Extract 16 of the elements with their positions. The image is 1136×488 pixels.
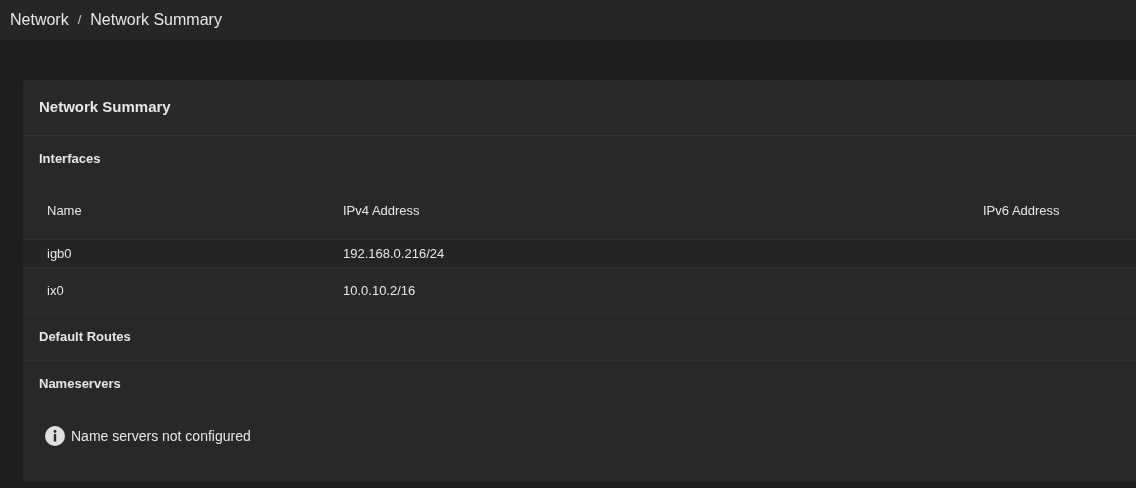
table-cell: 10.0.10.2/16 bbox=[343, 282, 416, 298]
table-cell: 192.168.0.216/24 bbox=[343, 245, 445, 261]
table-cell: igb0 bbox=[47, 245, 72, 261]
breadcrumb-item: Network Summary bbox=[90, 10, 222, 30]
column-header: IPv6 Address bbox=[983, 202, 1060, 218]
column-header: Name bbox=[47, 202, 82, 218]
empty-message: Name servers not configured bbox=[71, 426, 251, 446]
info-icon bbox=[45, 426, 65, 446]
section-heading: Default Routes bbox=[39, 328, 131, 347]
table-cell: ix0 bbox=[47, 282, 64, 298]
breadcrumb-item[interactable]: Network bbox=[10, 8, 69, 32]
card-title: Network Summary bbox=[39, 97, 171, 118]
breadcrumb-separator: / bbox=[77, 11, 82, 30]
column-header: IPv4 Address bbox=[343, 202, 420, 218]
section-heading: Interfaces bbox=[39, 150, 101, 169]
section-heading: Nameservers bbox=[39, 375, 121, 394]
